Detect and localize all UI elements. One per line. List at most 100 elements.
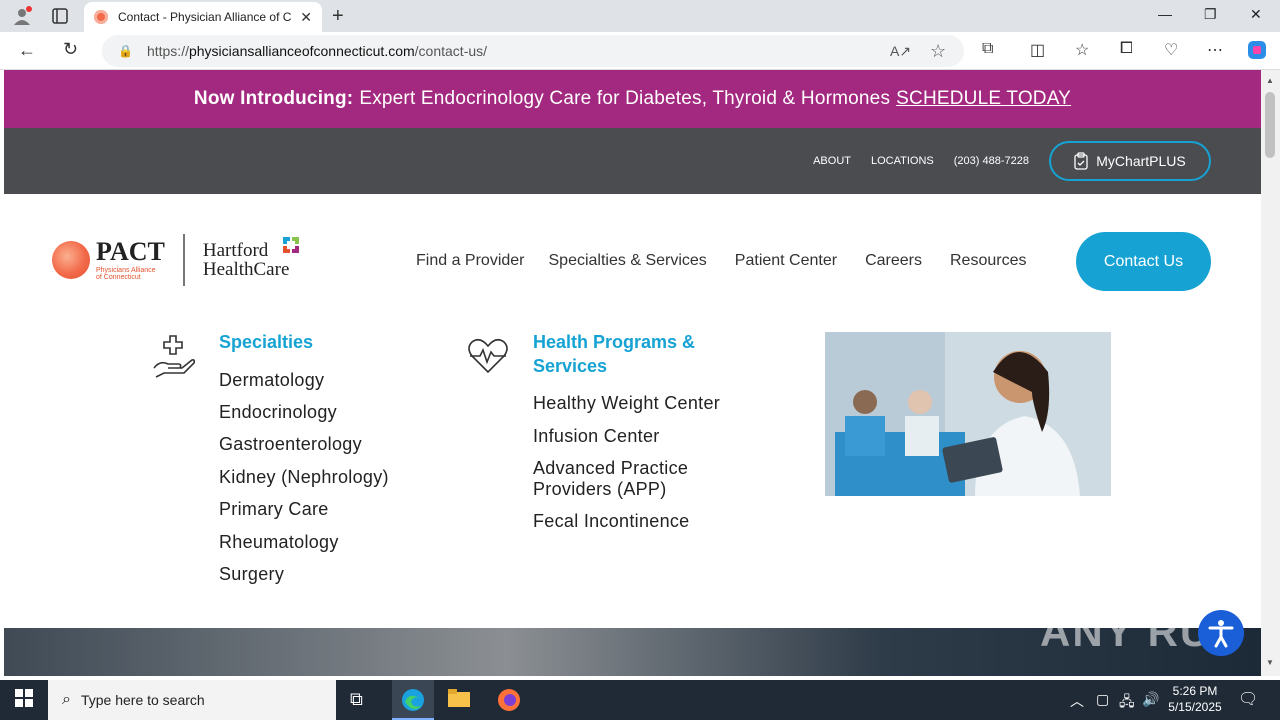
notifications-icon[interactable]: 🗨: [1238, 689, 1258, 709]
windows-start-icon[interactable]: [15, 689, 33, 712]
url-host: physiciansallianceofconnecticut.com: [188, 43, 415, 59]
program-item[interactable]: Fecal Incontinence: [533, 511, 690, 532]
read-aloud-icon[interactable]: A↗: [890, 43, 911, 60]
url-field[interactable]: 🔒 https://physiciansallianceofconnecticu…: [102, 35, 964, 67]
tab-actions-icon[interactable]: [52, 8, 68, 29]
logo-divider: [182, 234, 185, 286]
pact-logo-icon: [52, 241, 90, 279]
nav-find-provider[interactable]: Find a Provider: [416, 252, 525, 270]
pact-wordmark: PACT: [96, 237, 165, 266]
specialty-item[interactable]: Gastroenterology: [219, 434, 362, 455]
tray-device-icon[interactable]: ▢: [1096, 691, 1109, 708]
clock-date: 5/15/2025: [1168, 700, 1222, 714]
new-tab-icon[interactable]: +: [332, 5, 344, 28]
back-icon[interactable]: ←: [18, 40, 36, 61]
file-explorer-icon[interactable]: [448, 689, 470, 712]
taskbar-clock[interactable]: 5:26 PM 5/15/2025: [1166, 683, 1224, 715]
volume-icon[interactable]: 🔊: [1142, 691, 1159, 708]
tab-title: Contact - Physician Alliance of C: [118, 10, 292, 24]
program-item[interactable]: Infusion Center: [533, 426, 660, 447]
program-item-continued[interactable]: Providers (APP): [533, 479, 667, 500]
search-placeholder: Type here to search: [80, 692, 205, 708]
more-options-icon[interactable]: ⋯: [1207, 40, 1223, 60]
accessibility-icon: [1208, 620, 1234, 648]
locations-link[interactable]: LOCATIONS: [871, 155, 934, 167]
taskbar-search-input[interactable]: ⌕ Type here to search: [48, 680, 336, 720]
copilot-icon[interactable]: [1246, 39, 1268, 66]
windows-taskbar: ⌕ Type here to search ⧉ ︿ ▢ 🖧 🔊 5:26 PM …: [0, 680, 1280, 720]
url-prefix: https://: [146, 43, 189, 59]
specialty-item[interactable]: Surgery: [219, 564, 284, 585]
edge-taskbar-button[interactable]: [392, 680, 434, 720]
phone-link[interactable]: (203) 488-7228: [954, 155, 1029, 167]
contact-us-button[interactable]: Contact Us: [1076, 232, 1211, 291]
profile-icon[interactable]: [12, 6, 32, 31]
promo-text: Expert Endocrinology Care for Diabetes, …: [359, 88, 891, 109]
programs-heading-1[interactable]: Health Programs &: [533, 330, 753, 354]
nav-specialties[interactable]: Specialties & Services: [549, 252, 707, 270]
heartbeat-icon: [468, 338, 508, 374]
minimize-icon[interactable]: —: [1158, 6, 1172, 22]
nav-patient-center[interactable]: Patient Center: [735, 252, 837, 270]
specialty-item[interactable]: Endocrinology: [219, 402, 337, 423]
pact-subtitle-1: Physicians Alliance: [96, 267, 156, 274]
clock-time: 5:26 PM: [1172, 684, 1218, 698]
nav-careers[interactable]: Careers: [865, 252, 922, 270]
extensions-icon[interactable]: ⧉: [982, 40, 993, 58]
tray-chevron-icon[interactable]: ︿: [1070, 691, 1084, 711]
main-navigation: Find a Provider Specialties & Services P…: [416, 252, 1050, 270]
browser-tab-bar: Contact - Physician Alliance of C ✕ + — …: [0, 0, 1280, 32]
doctor-photo: [825, 332, 1111, 496]
specialty-item[interactable]: Primary Care: [219, 499, 329, 520]
hhc-line-2: HealthCare: [202, 259, 290, 280]
site-header: PACT Physicians Alliance of Connecticut …: [4, 194, 1261, 330]
specialty-item[interactable]: Kidney (Nephrology): [219, 467, 389, 488]
network-icon[interactable]: 🖧: [1119, 691, 1135, 715]
web-page: Now Introducing: Expert Endocrinology Ca…: [4, 70, 1261, 676]
tab-contact[interactable]: Contact - Physician Alliance of C ✕: [84, 2, 322, 32]
firefox-icon[interactable]: [497, 688, 521, 717]
close-window-icon[interactable]: ✕: [1250, 6, 1262, 23]
promo-bold: Now Introducing:: [193, 88, 354, 109]
site-logo[interactable]: PACT Physicians Alliance of Connecticut …: [52, 234, 299, 286]
close-tab-icon[interactable]: ✕: [300, 9, 312, 26]
hhc-logo-icon: [282, 237, 299, 253]
specialties-column: Specialties Dermatology Endocrinology Ga…: [219, 330, 388, 584]
programs-heading-2[interactable]: Services: [533, 354, 753, 378]
scrollbar-thumb[interactable]: [1265, 92, 1275, 158]
accessibility-button[interactable]: [1198, 610, 1244, 656]
hhc-line-1: Hartford: [202, 240, 269, 261]
clipboard-icon: [1074, 152, 1088, 170]
restore-icon[interactable]: ❐: [1204, 6, 1217, 23]
promo-banner[interactable]: Now Introducing: Expert Endocrinology Ca…: [4, 70, 1261, 128]
split-screen-icon[interactable]: ◫: [1030, 40, 1045, 60]
mychart-button[interactable]: MyChartPLUS: [1049, 141, 1211, 181]
favorites-icon[interactable]: ☆: [1075, 40, 1089, 60]
program-item[interactable]: Advanced Practice: [533, 458, 688, 479]
site-favicon-icon: [94, 10, 108, 24]
refresh-icon[interactable]: ↻: [63, 39, 78, 60]
edge-icon: [402, 689, 424, 711]
search-icon: ⌕: [62, 691, 71, 708]
collections-icon[interactable]: ⧠: [1120, 40, 1133, 58]
about-link[interactable]: ABOUT: [813, 155, 851, 167]
task-view-icon[interactable]: ⧉: [350, 689, 363, 710]
pact-subtitle-2: of Connecticut: [96, 274, 141, 281]
lock-icon: 🔒: [118, 44, 133, 58]
specialties-heading[interactable]: Specialties: [219, 330, 313, 354]
address-bar-row: ← ↻ 🔒 https://physiciansallianceofconnec…: [0, 32, 1280, 70]
utility-bar: ABOUT LOCATIONS (203) 488-7228 MyChartPL…: [4, 128, 1261, 194]
program-item[interactable]: Healthy Weight Center: [533, 393, 720, 414]
browser-essentials-icon[interactable]: ♡: [1164, 40, 1178, 60]
page-scrollbar[interactable]: ▲ ▼: [1261, 70, 1280, 676]
programs-column: Health Programs & Services Healthy Weigh…: [533, 330, 753, 531]
hand-cross-icon: [153, 335, 196, 378]
url-path: /contact-us/: [414, 43, 488, 59]
nav-resources[interactable]: Resources: [950, 252, 1026, 270]
schedule-link[interactable]: SCHEDULE TODAY: [896, 88, 1071, 110]
specialty-item[interactable]: Dermatology: [219, 370, 324, 391]
favorite-star-icon[interactable]: ☆: [930, 41, 946, 62]
mega-menu: Specialties Dermatology Endocrinology Ga…: [4, 330, 1261, 646]
mychart-label: MyChartPLUS: [1096, 153, 1186, 169]
specialty-item[interactable]: Rheumatology: [219, 532, 339, 553]
